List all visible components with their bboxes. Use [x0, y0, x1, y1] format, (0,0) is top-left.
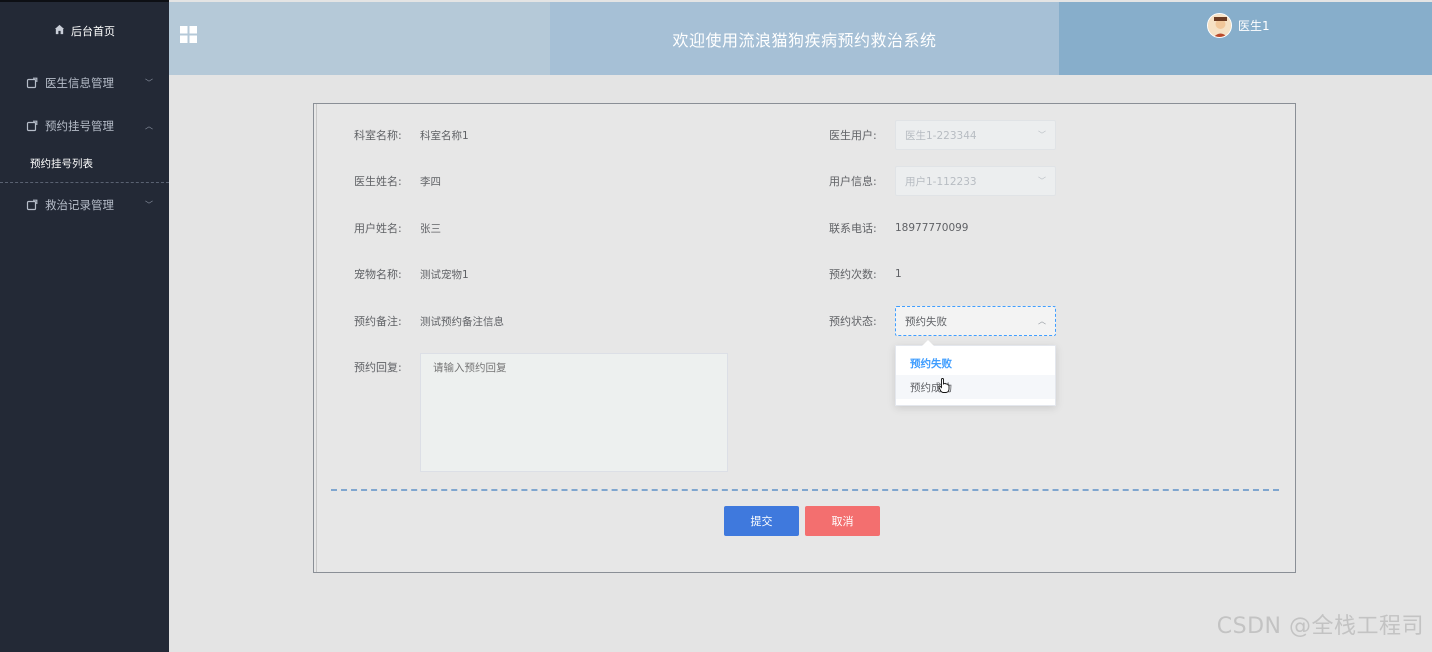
status-option-failed[interactable]: 预约失败 [896, 351, 1055, 375]
page-title: 欢迎使用流浪猫狗疾病预约救治系统 [672, 30, 937, 50]
field-label: 预约回复: [354, 361, 402, 374]
field-phone: 联系电话: 18977770099 [829, 218, 969, 238]
field-user-name: 用户姓名: 张三 [354, 218, 441, 238]
sidebar-item-label: 救治记录管理 [45, 198, 114, 212]
field-label: 医生姓名: [354, 175, 402, 188]
sidebar-subitem-appointment-list[interactable]: 预约挂号列表 [0, 145, 169, 183]
sidebar-item-appointment[interactable]: 预约挂号管理 ︿ [0, 106, 169, 145]
select-value: 医生1-223344 [905, 129, 977, 142]
status-dropdown: 预约失败 预约成功 [895, 340, 1056, 406]
chevron-down-icon: ﹀ [1038, 176, 1046, 186]
field-doctor-name: 医生姓名: 李四 [354, 171, 441, 191]
field-label: 预约次数: [829, 268, 877, 281]
field-user-info: 用户信息: [829, 171, 895, 191]
watermark: CSDN @全栈工程司 [1216, 614, 1424, 639]
chevron-down-icon: ﹀ [1038, 130, 1046, 140]
field-count: 预约次数: 1 [829, 264, 902, 284]
field-reply: 预约回复: [354, 357, 420, 377]
cursor-hand-icon [938, 378, 950, 396]
cancel-button[interactable]: 取消 [805, 506, 880, 536]
field-label: 用户信息: [829, 175, 877, 188]
field-remark: 预约备注: 测试预约备注信息 [354, 311, 504, 331]
sidebar-item-label: 预约挂号管理 [45, 118, 114, 133]
field-label: 预约备注: [354, 315, 402, 328]
field-value: 张三 [420, 222, 441, 235]
field-value: 18977770099 [895, 222, 969, 234]
status-select[interactable]: 预约失败 ︿ [895, 306, 1056, 336]
field-pet-name: 宠物名称: 测试宠物1 [354, 264, 469, 284]
field-status: 预约状态: [829, 311, 895, 331]
submit-button[interactable]: 提交 [724, 506, 799, 536]
field-value: 李四 [420, 175, 441, 188]
field-value: 测试预约备注信息 [420, 315, 504, 328]
field-value: 1 [895, 268, 902, 280]
sidebar-item-label: 医生信息管理 [45, 75, 114, 90]
chevron-down-icon: ﹀ [145, 200, 153, 210]
menu-icon [26, 120, 39, 132]
sidebar-home-label: 后台首页 [71, 24, 115, 38]
sidebar-home[interactable]: 后台首页 [0, 2, 169, 59]
top-header: 欢迎使用流浪猫狗疾病预约救治系统 医生1 [169, 2, 1432, 75]
user-menu[interactable]: 医生1 [1207, 13, 1270, 38]
field-label: 预约状态: [829, 315, 877, 328]
select-value: 用户1-112233 [905, 175, 977, 188]
field-label: 用户姓名: [354, 222, 402, 235]
form-card [313, 103, 1296, 573]
select-value: 预约失败 [905, 315, 947, 328]
user-info-select[interactable]: 用户1-112233 ﹀ [895, 166, 1056, 196]
chevron-up-icon: ︿ [145, 121, 153, 130]
avatar [1207, 13, 1232, 38]
chevron-down-icon: ﹀ [145, 78, 153, 87]
menu-icon [26, 77, 39, 89]
header-left [169, 2, 550, 75]
field-value: 科室名称1 [420, 129, 469, 142]
chevron-up-icon: ︿ [1038, 316, 1046, 326]
sidebar-subitem-label: 预约挂号列表 [30, 158, 93, 170]
header-right: 医生1 [1059, 2, 1432, 75]
reply-textarea[interactable] [420, 353, 728, 472]
sidebar: 后台首页 医生信息管理 ﹀ 预约挂号管理 ︿ 预约挂号列表 救治记录管理 ﹀ [0, 0, 169, 652]
home-icon [54, 24, 65, 38]
field-doctor-user: 医生用户: [829, 125, 895, 145]
field-label: 科室名称: [354, 129, 402, 142]
status-option-success[interactable]: 预约成功 [896, 375, 1055, 399]
field-value: 测试宠物1 [420, 268, 469, 281]
form-divider [331, 489, 1279, 491]
header-center: 欢迎使用流浪猫狗疾病预约救治系统 [550, 2, 1059, 75]
grid-menu-icon[interactable] [180, 26, 197, 46]
menu-icon [26, 199, 39, 211]
sidebar-item-treatment[interactable]: 救治记录管理 ﹀ [0, 183, 169, 227]
field-dept: 科室名称: 科室名称1 [354, 125, 469, 145]
doctor-user-select[interactable]: 医生1-223344 ﹀ [895, 120, 1056, 150]
field-label: 宠物名称: [354, 268, 402, 281]
user-name: 医生1 [1238, 19, 1270, 33]
field-label: 联系电话: [829, 222, 877, 235]
field-label: 医生用户: [829, 129, 877, 142]
sidebar-item-doctor-info[interactable]: 医生信息管理 ﹀ [0, 59, 169, 106]
